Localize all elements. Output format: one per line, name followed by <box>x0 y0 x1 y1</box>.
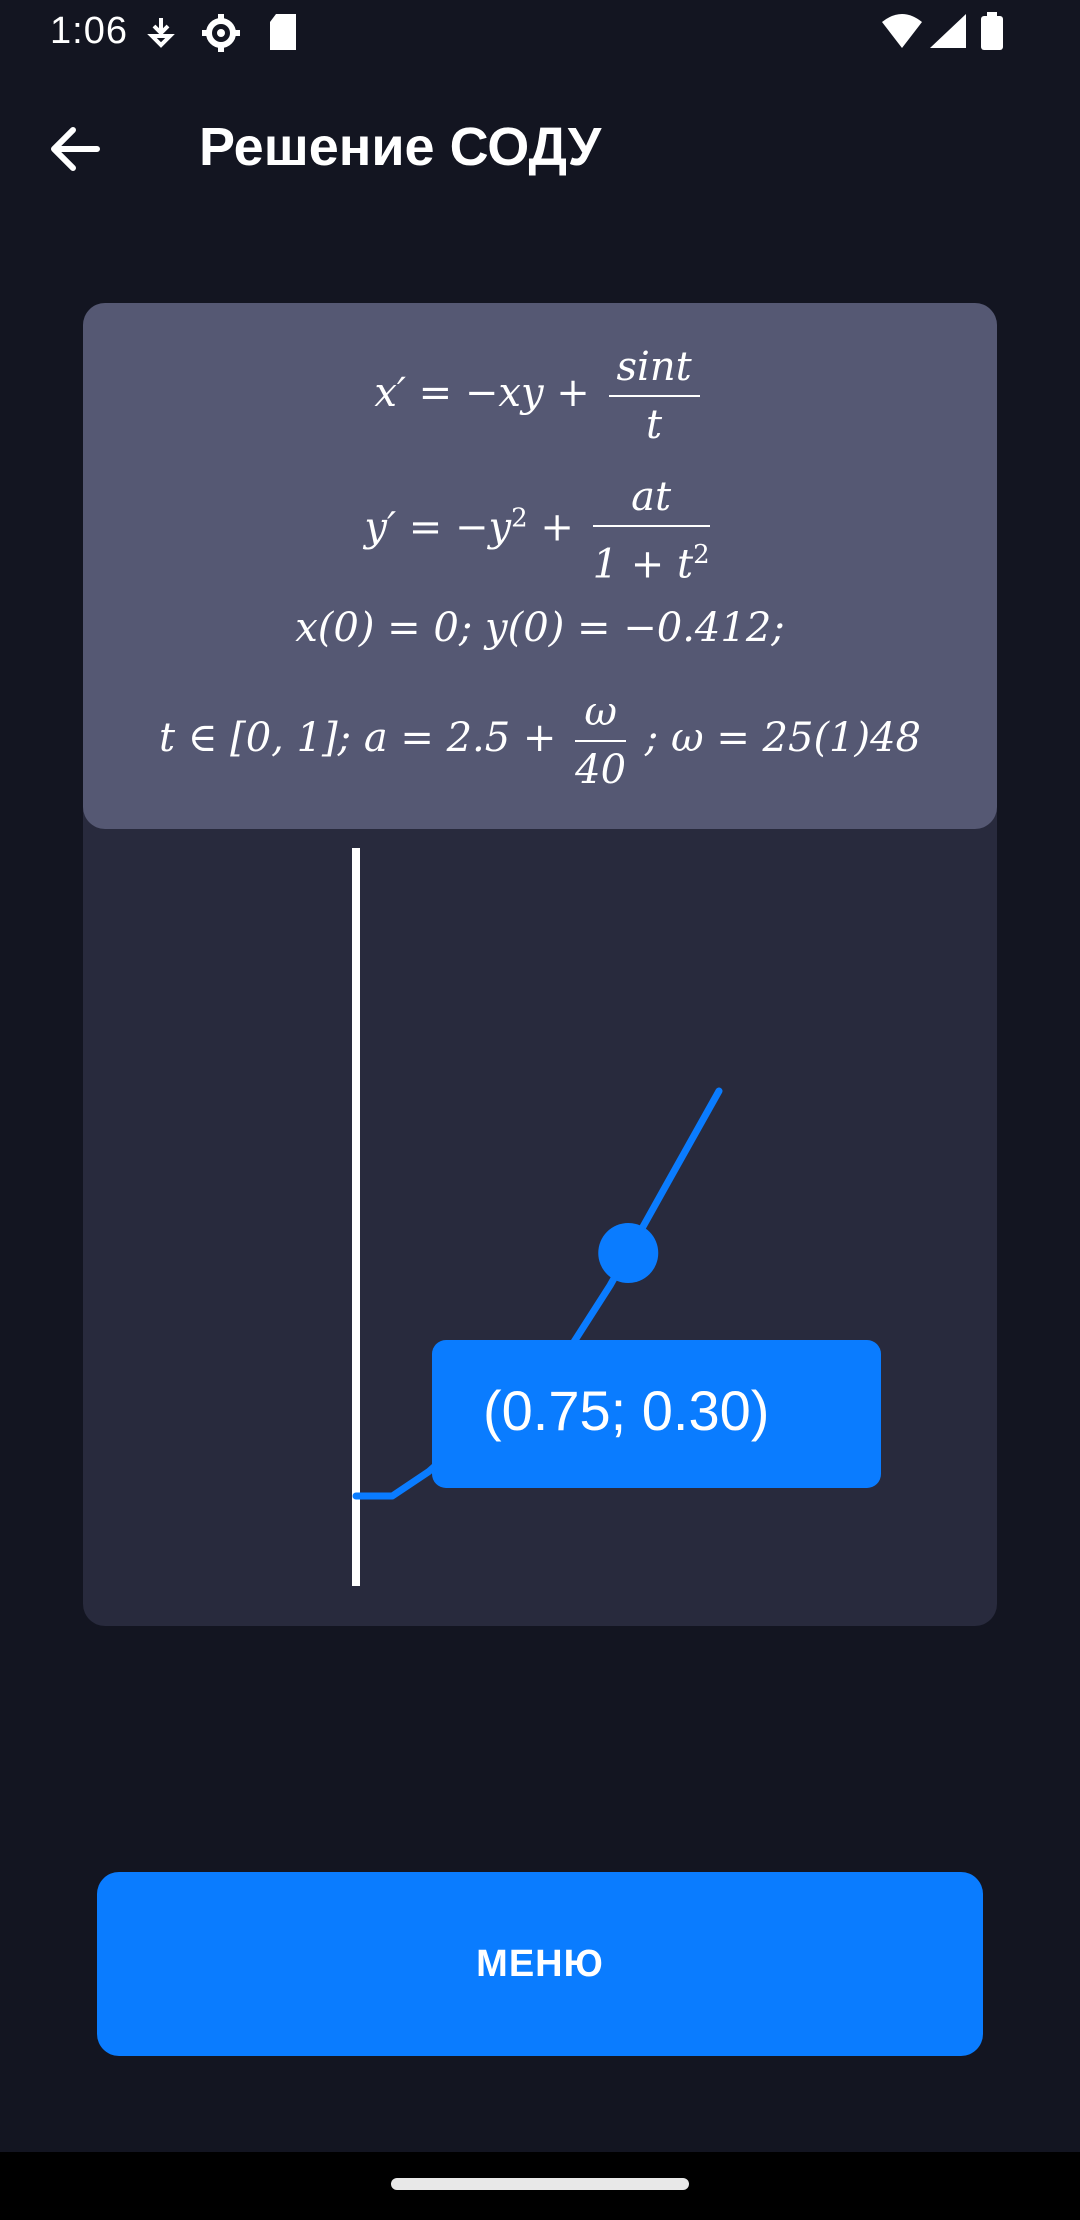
fraction-denominator: 1 + t2 <box>593 527 710 588</box>
download-icon <box>146 12 176 57</box>
fraction-denominator: t <box>646 402 663 448</box>
solution-plot[interactable]: (0.75; 0.30) <box>83 830 997 1626</box>
fraction: sint t <box>608 343 700 449</box>
back-button[interactable] <box>40 114 110 184</box>
menu-button[interactable]: МЕНЮ <box>97 1872 983 2056</box>
navigation-bar <box>0 2152 1080 2220</box>
status-bar: 1:06 <box>0 0 1080 66</box>
sd-card-icon <box>268 12 298 57</box>
plus-sign: + <box>527 504 587 551</box>
fraction-denominator: 40 <box>575 747 627 793</box>
equation-x: x′ = −xy + sint t <box>83 343 997 449</box>
app-bar: Решение СОДУ <box>0 66 1080 226</box>
battery-icon <box>980 12 1004 57</box>
exponent: 2 <box>511 503 528 534</box>
initial-conditions: x(0) = 0; y(0) = −0.412; <box>295 605 785 651</box>
fraction: ω 40 <box>575 688 627 794</box>
settings-icon <box>200 12 242 59</box>
home-indicator[interactable] <box>391 2178 689 2190</box>
signal-icon <box>928 12 968 57</box>
fraction-numerator: ω <box>575 688 627 742</box>
parameters-rhs: ; ω = 25(1)48 <box>644 715 922 761</box>
selected-point[interactable] <box>598 1223 659 1283</box>
page-title: Решение СОДУ <box>199 117 602 177</box>
point-tooltip: (0.75; 0.30) <box>432 1340 881 1488</box>
parameters: t ∈ [0, 1]; a = 2.5 + ω 40 ; ω = 25(1)48 <box>83 688 997 794</box>
equation-x-lhs: x′ = −xy + <box>374 370 603 416</box>
arrow-left-icon <box>51 127 100 171</box>
parameters-lhs: t ∈ [0, 1]; a = 2.5 + <box>158 715 570 761</box>
equation-y-lhs: y′ = −y <box>364 504 512 551</box>
denominator-base: 1 + t <box>592 541 694 588</box>
fraction: at 1 + t2 <box>592 473 710 588</box>
equation-y: y′ = −y2 + at 1 + t2 <box>83 473 997 588</box>
exponent: 2 <box>693 540 710 570</box>
fraction-numerator: sint <box>608 343 700 397</box>
equations-card: x′ = −xy + sint t y′ = −y2 + at 1 + t2 x… <box>83 303 997 829</box>
tooltip-label: (0.75; 0.30) <box>483 1379 769 1442</box>
wifi-icon <box>880 12 924 57</box>
status-time: 1:06 <box>50 10 128 52</box>
fraction-numerator: at <box>592 473 710 527</box>
